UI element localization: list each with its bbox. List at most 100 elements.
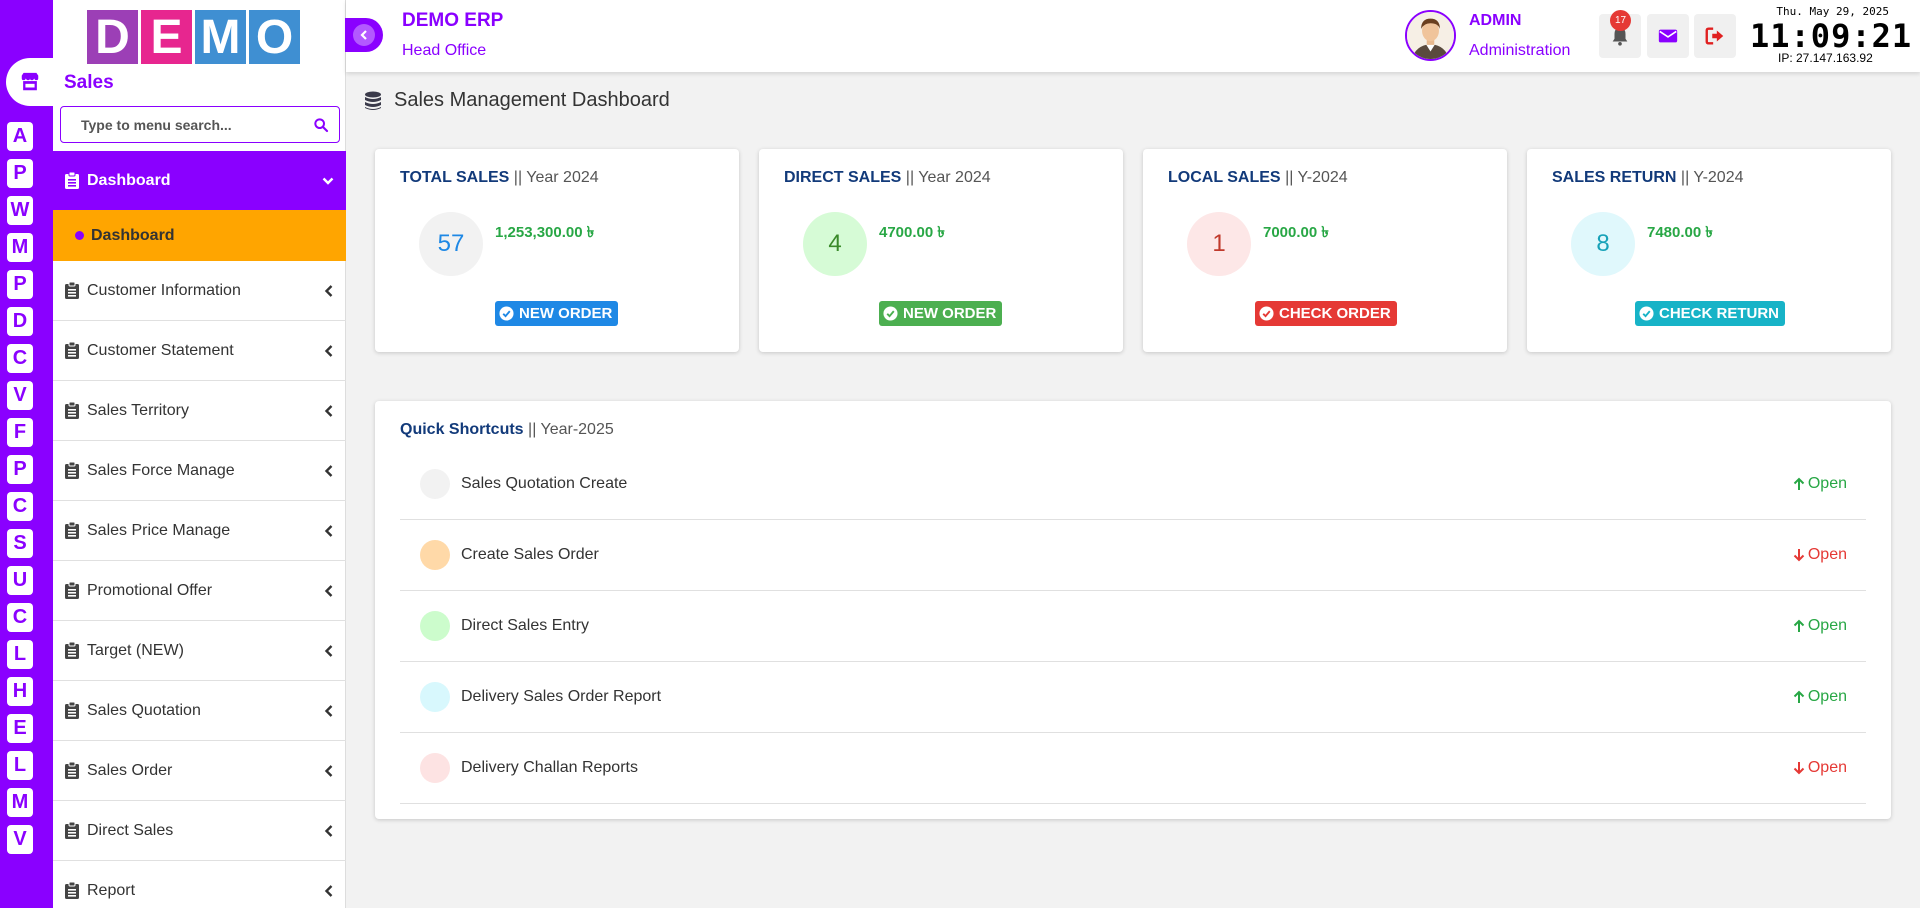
sidebar-item-customer-statement[interactable]: Customer Statement	[53, 321, 346, 381]
logout-button[interactable]	[1694, 14, 1736, 58]
menu-search[interactable]	[60, 106, 340, 143]
sidebar-item-label: Sales Territory	[87, 401, 189, 419]
sidebar-item-label: Sales Force Manage	[87, 461, 235, 479]
rail-letter-button[interactable]: E	[7, 714, 33, 743]
sidebar-item-report[interactable]: Report	[53, 861, 346, 908]
database-icon	[365, 91, 381, 110]
submenu-item-dashboard[interactable]: Dashboard	[53, 210, 346, 261]
quick-shortcuts-heading: Quick Shortcuts	[400, 421, 524, 438]
rail-letter-button[interactable]: L	[7, 640, 33, 669]
avatar[interactable]	[1405, 10, 1456, 61]
rail-letter-button[interactable]: L	[7, 751, 33, 780]
shortcut-open-link[interactable]: Open	[1793, 617, 1847, 635]
quick-shortcuts-title: Quick Shortcuts || Year-2025	[400, 421, 614, 439]
shortcut-dot	[420, 469, 450, 499]
submenu-item-label: Dashboard	[91, 226, 175, 244]
card-action-label: CHECK ORDER	[1279, 305, 1391, 322]
rail-letter-button[interactable]: H	[7, 677, 33, 706]
shortcut-row: Create Sales Order Open	[400, 520, 1866, 591]
rail-letter-button[interactable]: P	[7, 455, 33, 484]
shortcut-open-link[interactable]: Open	[1793, 546, 1847, 564]
rail-letter-button[interactable]: F	[7, 418, 33, 447]
card-action-label: NEW ORDER	[519, 305, 613, 322]
chevron-left-icon	[324, 404, 333, 417]
app-title: DEMO ERP	[402, 10, 504, 31]
rail-letter-button[interactable]: M	[7, 788, 33, 817]
rail-letter-button[interactable]: D	[7, 307, 33, 336]
shortcut-label[interactable]: Sales Quotation Create	[461, 475, 1793, 493]
chevron-down-icon	[322, 177, 334, 185]
card-action-button[interactable]: NEW ORDER	[879, 301, 1003, 326]
shortcut-row: Delivery Sales Order Report Open	[400, 662, 1866, 733]
card-title: LOCAL SALES || Y-2024	[1168, 169, 1348, 187]
quick-shortcuts-panel: Quick Shortcuts || Year-2025 Sales Quota…	[375, 401, 1891, 819]
rail-letter-button[interactable]: P	[7, 159, 33, 188]
card-heading: DIRECT SALES	[784, 169, 902, 186]
logo-letter: D	[87, 10, 138, 64]
rail-letter-button[interactable]: C	[7, 344, 33, 373]
current-time: 11:09:21	[1750, 17, 1913, 55]
chevron-left-icon	[324, 524, 333, 537]
sidebar-item-label: Customer Statement	[87, 341, 234, 359]
card-action-button[interactable]: NEW ORDER	[495, 301, 619, 326]
store-icon[interactable]	[6, 58, 54, 106]
shortcut-dot	[420, 540, 450, 570]
rail-letter-button[interactable]: C	[7, 492, 33, 521]
card-action-button[interactable]: CHECK RETURN	[1635, 301, 1785, 326]
sidebar-item-sales-quotation[interactable]: Sales Quotation	[53, 681, 346, 741]
chevron-left-icon	[324, 764, 333, 777]
sidebar-item-sales-territory[interactable]: Sales Territory	[53, 381, 346, 441]
stat-amount: 7480.00 ৳	[1647, 224, 1713, 241]
stat-card: DIRECT SALES || Year 2024 4 4700.00 ৳ NEW O…	[759, 149, 1123, 352]
card-title: SALES RETURN || Y-2024	[1552, 169, 1744, 187]
shortcut-label[interactable]: Direct Sales Entry	[461, 617, 1793, 635]
notifications-button[interactable]: 17	[1599, 10, 1641, 58]
shortcut-label[interactable]: Create Sales Order	[461, 546, 1793, 564]
stat-card: LOCAL SALES || Y-2024 1 7000.00 ৳ CHECK ORD…	[1143, 149, 1507, 352]
rail-letter-button[interactable]: U	[7, 566, 33, 595]
messages-button[interactable]	[1647, 14, 1689, 58]
sidebar-item-sales-price-manage[interactable]: Sales Price Manage	[53, 501, 346, 561]
sidebar-item-sales-order[interactable]: Sales Order	[53, 741, 346, 801]
card-action-button[interactable]: CHECK ORDER	[1255, 301, 1397, 326]
rail-letter-button[interactable]: P	[7, 270, 33, 299]
clipboard-icon	[65, 822, 79, 839]
sidebar-item-promotional-offer[interactable]: Promotional Offer	[53, 561, 346, 621]
shortcut-label[interactable]: Delivery Challan Reports	[461, 759, 1793, 777]
page-header: Sales Management Dashboard	[364, 89, 670, 112]
rail-letter-button[interactable]: V	[7, 381, 33, 410]
sidebar-item-customer-information[interactable]: Customer Information	[53, 261, 346, 321]
stat-card: SALES RETURN || Y-2024 8 7480.00 ৳ CHECK RE…	[1527, 149, 1891, 352]
rail-letter-button[interactable]: M	[7, 233, 33, 262]
sidebar-item-target-new[interactable]: Target (NEW)	[53, 621, 346, 681]
shortcut-open-link[interactable]: Open	[1793, 475, 1847, 493]
sidebar-item-dashboard[interactable]: Dashboard	[53, 151, 346, 210]
sidebar-item-label: Sales Price Manage	[87, 521, 231, 539]
shortcut-open-link[interactable]: Open	[1793, 759, 1847, 777]
card-period: || Year 2024	[513, 169, 599, 186]
check-circle-icon	[1259, 306, 1274, 321]
menu-search-input[interactable]	[81, 116, 313, 133]
ip-address: IP: 27.147.163.92	[1778, 51, 1873, 65]
shortcut-list: Sales Quotation Create Open Create Sales O…	[400, 449, 1866, 804]
shortcut-label[interactable]: Delivery Sales Order Report	[461, 688, 1793, 706]
sidebar-item-label: Dashboard	[87, 171, 171, 189]
search-icon[interactable]	[313, 117, 329, 133]
rail-letter-button[interactable]: S	[7, 529, 33, 558]
stat-count: 4	[803, 212, 867, 276]
bullet-icon	[75, 231, 84, 240]
shortcut-dot	[420, 611, 450, 641]
shortcut-open-link[interactable]: Open	[1793, 688, 1847, 706]
sidebar-item-label: Customer Information	[87, 281, 241, 299]
arrow-down-icon	[1793, 762, 1805, 775]
rail-letter-button[interactable]: C	[7, 603, 33, 632]
sidebar-item-sales-force-manage[interactable]: Sales Force Manage	[53, 441, 346, 501]
rail-letter-button[interactable]: W	[7, 196, 33, 225]
sidebar-item-direct-sales[interactable]: Direct Sales	[53, 801, 346, 861]
rail-letter-button[interactable]: A	[7, 122, 33, 151]
quick-shortcuts-period: || Year-2025	[528, 421, 614, 438]
chevron-left-icon	[324, 824, 333, 837]
demo-logo: DEMO	[87, 10, 300, 64]
rail-letter-button[interactable]: V	[7, 825, 33, 854]
sidebar-collapse-button[interactable]	[345, 18, 383, 52]
